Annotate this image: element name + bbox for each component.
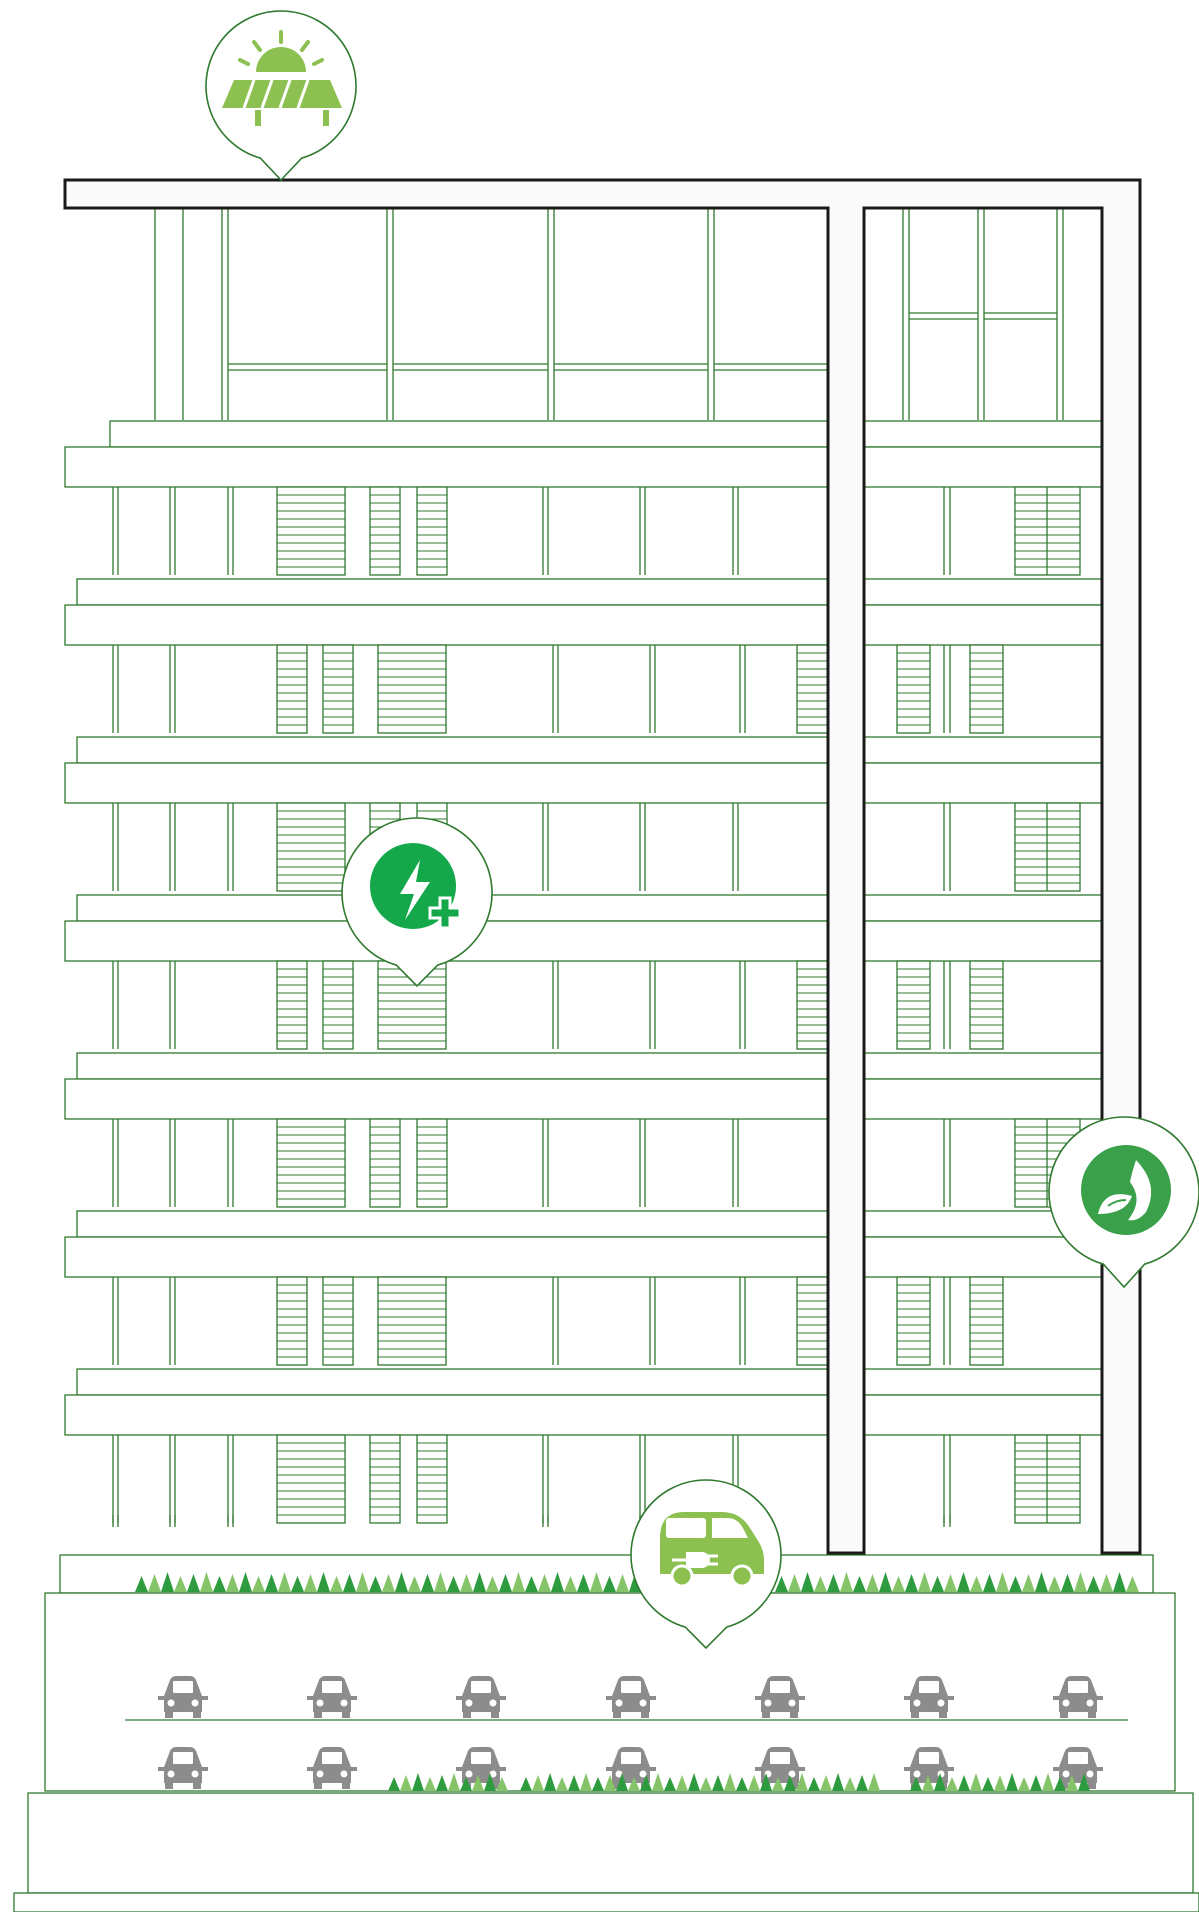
floor-ledge — [76, 736, 1103, 764]
louver-panel — [896, 1276, 931, 1366]
louver-panel — [276, 1118, 346, 1208]
callout-solar — [205, 10, 357, 182]
louver-frame — [322, 1276, 354, 1366]
louver-panel — [377, 1276, 447, 1366]
louver-frame — [276, 486, 346, 576]
louver-frame — [276, 1276, 308, 1366]
louver-frame — [416, 486, 448, 576]
louver-frame — [276, 802, 346, 892]
louver-panel — [377, 644, 447, 734]
louver-frame — [377, 1276, 447, 1366]
floor-ledge — [76, 1210, 1103, 1238]
louver-frame — [416, 1434, 448, 1524]
louver-frame — [276, 1118, 346, 1208]
louver-panel — [322, 960, 354, 1050]
louver-panel — [796, 1276, 831, 1366]
louver-panel — [416, 1434, 448, 1524]
louver-frame — [276, 644, 308, 734]
louver-panel — [276, 1276, 308, 1366]
louver-panel — [369, 1118, 401, 1208]
louver-panel — [969, 960, 1004, 1050]
floor-ledge — [76, 1368, 1103, 1396]
louver-panel — [276, 802, 346, 892]
louver-panel — [276, 486, 346, 576]
louver-frame — [896, 1276, 931, 1366]
louver-frame — [896, 644, 931, 734]
floor-slab — [861, 762, 1103, 804]
green-building-diagram — [13, 10, 1199, 1912]
floor-ledge — [109, 420, 1136, 448]
louver-frame — [369, 486, 401, 576]
floor-slab — [861, 1236, 1103, 1278]
louver-frame — [796, 960, 831, 1050]
floor-slab — [64, 446, 831, 488]
louver-panel — [796, 644, 831, 734]
louver-panel — [416, 486, 448, 576]
floor-slab — [64, 1078, 831, 1120]
floor-slab — [861, 1394, 1103, 1436]
louver-panel — [896, 644, 931, 734]
floor-slab — [861, 604, 1103, 646]
louver-frame — [796, 644, 831, 734]
louver-frame — [322, 960, 354, 1050]
louver-frame — [369, 1118, 401, 1208]
louver-panel — [896, 960, 931, 1050]
floor-slab — [64, 1394, 831, 1436]
ground-line — [13, 1892, 1199, 1912]
base-plinth — [27, 1792, 1194, 1894]
floor — [64, 1052, 1103, 1208]
louver-panel — [969, 644, 1004, 734]
floor — [64, 420, 1136, 576]
louver-frame — [896, 960, 931, 1050]
louver-frame — [276, 1434, 346, 1524]
louver-frame — [416, 1118, 448, 1208]
parking-deck — [44, 1592, 1176, 1792]
louver-panel — [322, 644, 354, 734]
floor-ledge — [76, 894, 1103, 922]
parking-podium — [13, 1554, 1199, 1912]
floor-slab — [64, 604, 831, 646]
floor-slab — [861, 446, 1103, 488]
floor-slab — [861, 1078, 1103, 1120]
louver-frame — [969, 960, 1004, 1050]
louver-panel — [416, 1118, 448, 1208]
floor-slab — [64, 762, 831, 804]
louver-panel — [369, 1434, 401, 1524]
louver-frame — [369, 1434, 401, 1524]
floor — [112, 1515, 951, 1527]
louver-panel — [796, 960, 831, 1050]
leaf-flame-icon — [1081, 1145, 1171, 1235]
louver-frame — [969, 1276, 1004, 1366]
louver-panel — [276, 644, 308, 734]
louver-frame — [796, 1276, 831, 1366]
building-facade — [64, 205, 1136, 1527]
floor — [64, 894, 1103, 1050]
louver-panel — [276, 1434, 346, 1524]
floor-ledge — [76, 578, 1103, 606]
louver-frame — [276, 960, 308, 1050]
louver-panel — [276, 960, 308, 1050]
louver-panel — [369, 486, 401, 576]
floor-slab — [861, 920, 1103, 962]
floor — [64, 736, 1103, 892]
louver-panel — [969, 1276, 1004, 1366]
floor — [64, 1210, 1103, 1366]
louver-frame — [377, 644, 447, 734]
louver-frame — [969, 644, 1004, 734]
louver-panel — [322, 1276, 354, 1366]
floor-ledge — [76, 1052, 1103, 1080]
louver-frame — [322, 644, 354, 734]
floor — [64, 578, 1103, 734]
floor — [64, 1368, 1103, 1524]
floor-slab — [64, 1236, 831, 1278]
